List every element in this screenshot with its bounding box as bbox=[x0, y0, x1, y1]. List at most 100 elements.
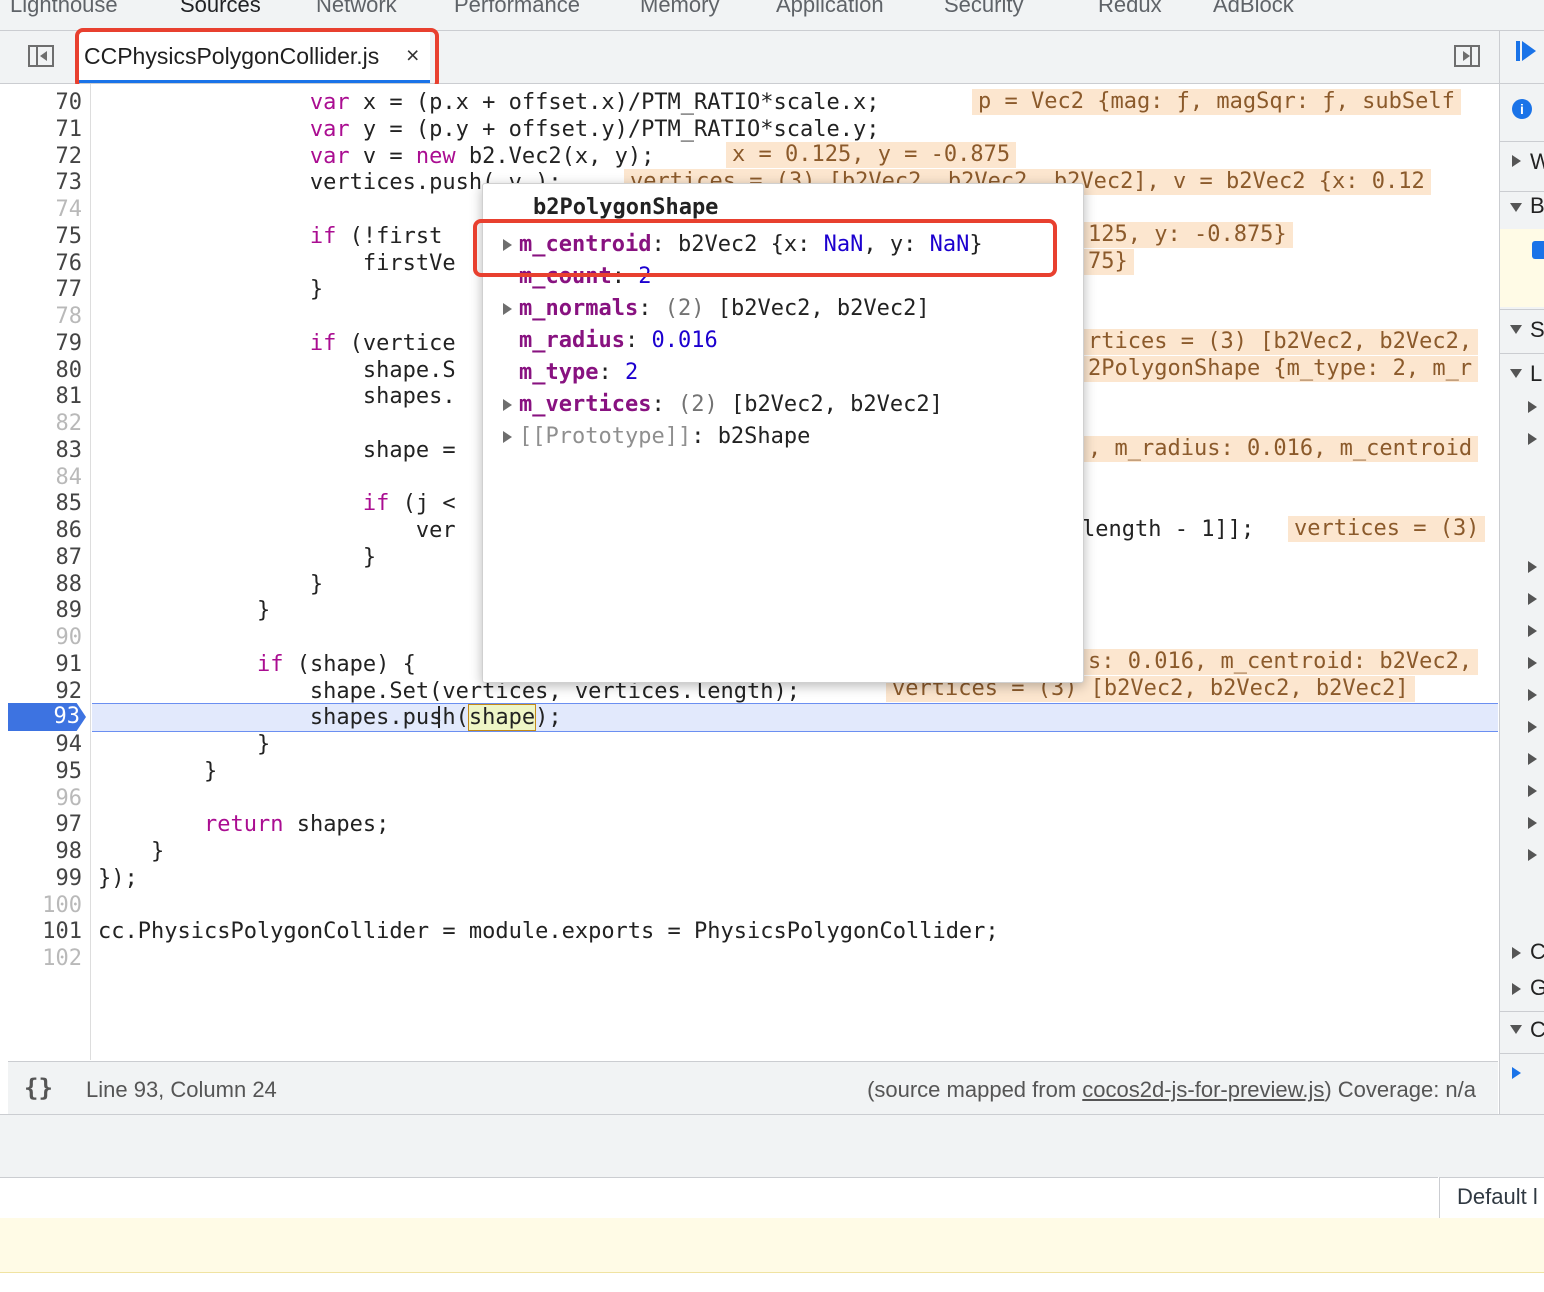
line-number[interactable]: 80 bbox=[8, 357, 83, 384]
collapse-icon[interactable] bbox=[1510, 1025, 1522, 1034]
expand-icon[interactable] bbox=[1528, 625, 1537, 637]
toggle-navigator-icon[interactable] bbox=[28, 45, 54, 67]
tab-memory[interactable]: Memory bbox=[640, 0, 719, 18]
line-number[interactable]: 78 bbox=[8, 303, 83, 330]
debugger-sidebar[interactable]: i W B S L C G C bbox=[1499, 31, 1544, 1114]
popover-property-row[interactable]: m_normals: (2) [b2Vec2, b2Vec2] bbox=[519, 296, 930, 321]
editor-file-tab[interactable]: CCPhysicsPolygonCollider.js × bbox=[78, 31, 430, 83]
tab-security[interactable]: Security bbox=[944, 0, 1023, 18]
line-number[interactable]: 95 bbox=[8, 758, 83, 785]
line-number[interactable]: 98 bbox=[8, 838, 83, 865]
line-number[interactable]: 70 bbox=[8, 89, 83, 116]
line-number[interactable]: 86 bbox=[8, 517, 83, 544]
expand-icon[interactable] bbox=[1512, 983, 1521, 995]
expand-arrow-icon[interactable] bbox=[503, 239, 512, 251]
line-number[interactable]: 90 bbox=[8, 624, 83, 651]
popover-title: b2PolygonShape bbox=[533, 195, 719, 220]
expand-arrow-icon[interactable] bbox=[503, 431, 512, 443]
collapse-icon[interactable] bbox=[1510, 325, 1522, 334]
line-number[interactable]: 84 bbox=[8, 464, 83, 491]
line-number-gutter[interactable]: 93 70 71 72 73 74 75 76 77 78 79 80 81 82 83 84 85 86 87 8… bbox=[8, 84, 91, 1060]
inline-value: 125, y: -0.875} bbox=[1082, 222, 1293, 248]
resume-icon[interactable] bbox=[1522, 41, 1536, 61]
line-number[interactable]: 92 bbox=[8, 678, 83, 705]
collapse-icon[interactable] bbox=[1510, 369, 1522, 378]
collapse-icon[interactable] bbox=[1510, 203, 1522, 212]
expand-icon[interactable] bbox=[1528, 657, 1537, 669]
code-line: if (vertice bbox=[309, 331, 456, 356]
tab-application[interactable]: Application bbox=[776, 0, 884, 18]
line-number[interactable]: 75 bbox=[8, 223, 83, 250]
expand-icon[interactable] bbox=[1528, 561, 1537, 573]
property-value: 2 bbox=[638, 264, 652, 289]
line-number[interactable]: 97 bbox=[8, 811, 83, 838]
expand-icon[interactable] bbox=[1528, 433, 1537, 445]
popover-property-row[interactable]: m_vertices: (2) [b2Vec2, b2Vec2] bbox=[519, 392, 943, 417]
console-filter-input[interactable] bbox=[0, 1177, 1438, 1219]
expand-icon[interactable] bbox=[1528, 721, 1537, 733]
line-number[interactable]: 83 bbox=[8, 437, 83, 464]
breakpoint-checkbox[interactable] bbox=[1532, 241, 1544, 259]
line-number[interactable]: 76 bbox=[8, 250, 83, 277]
line-number[interactable]: 100 bbox=[8, 892, 82, 919]
line-number[interactable]: 88 bbox=[8, 571, 83, 598]
line-number[interactable]: 91 bbox=[8, 651, 83, 678]
popover-property-row[interactable]: m_centroid: b2Vec2 {x: NaN, y: NaN} bbox=[519, 232, 983, 257]
tab-lighthouse[interactable]: Lighthouse bbox=[10, 0, 118, 18]
line-number[interactable]: 96 bbox=[8, 785, 83, 812]
code-line: } bbox=[98, 572, 324, 597]
tab-adblock[interactable]: AdBlock bbox=[1213, 0, 1294, 18]
toggle-debugger-icon[interactable] bbox=[1454, 45, 1480, 67]
line-number[interactable]: 99 bbox=[8, 865, 83, 892]
expand-icon[interactable] bbox=[1528, 689, 1537, 701]
tab-sources[interactable]: Sources bbox=[180, 0, 261, 18]
inline-value: vertices = (3) bbox=[1288, 516, 1486, 542]
section-breakpoints-label[interactable]: B bbox=[1530, 193, 1544, 219]
expand-icon[interactable] bbox=[1528, 753, 1537, 765]
expand-icon[interactable] bbox=[1512, 155, 1521, 167]
popover-property-row[interactable]: [[Prototype]]: b2Shape bbox=[519, 424, 810, 449]
expand-icon[interactable] bbox=[1528, 401, 1537, 413]
tab-performance[interactable]: Performance bbox=[454, 0, 580, 18]
separator bbox=[1500, 83, 1544, 84]
log-level-dropdown[interactable]: Default l bbox=[1439, 1177, 1544, 1218]
expand-icon[interactable] bbox=[1528, 817, 1537, 829]
line-number[interactable]: 74 bbox=[8, 196, 83, 223]
section-scope-label[interactable]: S bbox=[1530, 317, 1544, 343]
section-watch-label[interactable]: W bbox=[1530, 149, 1544, 175]
close-icon[interactable]: × bbox=[406, 42, 419, 69]
line-number[interactable]: 73 bbox=[8, 169, 83, 196]
line-number[interactable]: 94 bbox=[8, 731, 83, 758]
section-callstack-label[interactable]: C bbox=[1530, 1017, 1544, 1043]
line-number[interactable]: 79 bbox=[8, 330, 83, 357]
line-number[interactable]: 101 bbox=[8, 918, 82, 945]
line-number[interactable]: 81 bbox=[8, 383, 83, 410]
expand-icon[interactable] bbox=[1512, 947, 1521, 959]
expand-icon[interactable] bbox=[1528, 593, 1537, 605]
breakpoint-marker[interactable]: 93 bbox=[8, 703, 86, 731]
tab-network[interactable]: Network bbox=[316, 0, 397, 18]
line-number[interactable]: 89 bbox=[8, 597, 83, 624]
line-number[interactable]: 102 bbox=[8, 945, 82, 972]
line-number[interactable]: 77 bbox=[8, 276, 83, 303]
pretty-print-button[interactable]: {} bbox=[24, 1074, 53, 1102]
variable-hover-popover[interactable]: b2PolygonShape m_centroid: b2Vec2 {x: Na… bbox=[482, 183, 1084, 683]
line-number[interactable]: 82 bbox=[8, 410, 83, 437]
expand-icon[interactable] bbox=[1528, 849, 1537, 861]
line-number[interactable]: 87 bbox=[8, 544, 83, 571]
scope-closure-label[interactable]: C bbox=[1530, 939, 1544, 965]
line-number[interactable]: 71 bbox=[8, 116, 83, 143]
code-line: } bbox=[98, 277, 324, 302]
tab-redux[interactable]: Redux bbox=[1098, 0, 1162, 18]
scope-global-label[interactable]: G bbox=[1530, 975, 1544, 1001]
source-map-link[interactable]: cocos2d-js-for-preview.js bbox=[1082, 1077, 1324, 1102]
code-fragment: length - 1]]; bbox=[1082, 517, 1255, 542]
line-number[interactable]: 85 bbox=[8, 490, 83, 517]
scope-local-label[interactable]: L bbox=[1530, 361, 1542, 387]
expand-arrow-icon[interactable] bbox=[503, 399, 512, 411]
info-icon: i bbox=[1512, 99, 1532, 119]
hovered-token[interactable]: shape bbox=[467, 704, 537, 731]
expand-arrow-icon[interactable] bbox=[503, 303, 512, 315]
expand-icon[interactable] bbox=[1528, 785, 1537, 797]
line-number[interactable]: 72 bbox=[8, 143, 83, 170]
